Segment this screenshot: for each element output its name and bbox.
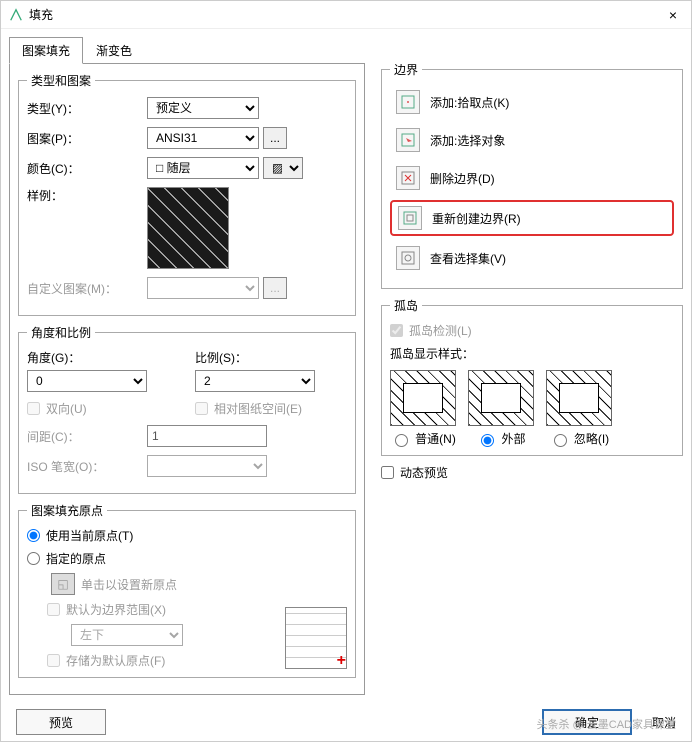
pattern-label: 图案(P)： bbox=[27, 130, 147, 147]
use-current-radio[interactable] bbox=[27, 529, 40, 542]
island-ignore-label: 忽略(I) bbox=[574, 430, 609, 447]
remove-label: 删除边界(D) bbox=[430, 170, 495, 187]
specify-label: 指定的原点 bbox=[46, 550, 106, 567]
tab-bar: 图案填充 渐变色 bbox=[9, 37, 365, 64]
type-select[interactable]: 预定义 bbox=[147, 97, 259, 119]
color-secondary-select[interactable]: ▨ bbox=[263, 157, 303, 179]
island-group: 孤岛 孤岛检测(L) 孤岛显示样式： 普通(N) 外部 忽略(I) bbox=[381, 297, 683, 456]
select-object-icon bbox=[396, 128, 420, 152]
angle-select[interactable]: 0 bbox=[27, 370, 147, 392]
close-button[interactable]: × bbox=[663, 7, 683, 23]
relative-label: 相对图纸空间(E) bbox=[214, 400, 302, 417]
island-normal-radio[interactable] bbox=[395, 434, 408, 447]
angle-scale-legend: 角度和比例 bbox=[27, 324, 95, 341]
recreate-label: 重新创建边界(R) bbox=[432, 210, 521, 227]
view-label: 查看选择集(V) bbox=[430, 250, 506, 267]
app-icon bbox=[9, 8, 23, 22]
iso-select bbox=[147, 455, 267, 477]
remove-boundary-button[interactable]: 删除边界(D) bbox=[390, 162, 674, 194]
pick-origin-icon: ◱ bbox=[51, 573, 75, 595]
add-select-button[interactable]: 添加:选择对象 bbox=[390, 124, 674, 156]
titlebar: 填充 × bbox=[1, 1, 691, 29]
click-set-label: 单击以设置新原点 bbox=[81, 576, 177, 593]
boundary-group: 边界 添加:拾取点(K) 添加:选择对象 删除边界(D) 重新创建边界(R) 查… bbox=[381, 61, 683, 289]
island-normal-label: 普通(N) bbox=[415, 430, 456, 447]
add-pick-button[interactable]: 添加:拾取点(K) bbox=[390, 86, 674, 118]
custom-pattern-label: 自定义图案(M)： bbox=[27, 280, 147, 297]
origin-group: 图案填充原点 使用当前原点(T) 指定的原点 ◱ 单击以设置新原点 默认为边界范围… bbox=[18, 502, 356, 678]
island-ignore-radio[interactable] bbox=[554, 434, 567, 447]
custom-pattern-browse: ... bbox=[263, 277, 287, 299]
use-current-label: 使用当前原点(T) bbox=[46, 527, 133, 544]
type-label: 类型(Y)： bbox=[27, 100, 147, 117]
island-style-label: 孤岛显示样式： bbox=[390, 345, 674, 362]
sample-swatch[interactable] bbox=[147, 187, 229, 269]
position-select: 左下 bbox=[71, 624, 183, 646]
view-icon bbox=[396, 246, 420, 270]
scale-select[interactable]: 2 bbox=[195, 370, 315, 392]
dynamic-preview-checkbox[interactable] bbox=[381, 466, 394, 479]
island-detect-label: 孤岛检测(L) bbox=[409, 322, 472, 339]
pattern-browse-button[interactable]: ... bbox=[263, 127, 287, 149]
double-label: 双向(U) bbox=[46, 400, 87, 417]
relative-checkbox bbox=[195, 402, 208, 415]
angle-scale-group: 角度和比例 角度(G)： 0 双向(U) 比例(S)： 2 相对图纸空间(E) … bbox=[18, 324, 356, 494]
island-normal-img[interactable] bbox=[390, 370, 456, 426]
color-label: 颜色(C)： bbox=[27, 160, 147, 177]
island-outer-label: 外部 bbox=[501, 430, 525, 447]
remove-icon bbox=[396, 166, 420, 190]
view-selection-button[interactable]: 查看选择集(V) bbox=[390, 242, 674, 274]
island-legend: 孤岛 bbox=[390, 297, 422, 314]
custom-pattern-select bbox=[147, 277, 259, 299]
color-select[interactable]: □ 随层 bbox=[147, 157, 259, 179]
pick-point-icon bbox=[396, 90, 420, 114]
add-select-label: 添加:选择对象 bbox=[430, 132, 505, 149]
spacing-input bbox=[147, 425, 267, 447]
sample-label: 样例： bbox=[27, 187, 147, 204]
dynamic-preview-label: 动态预览 bbox=[400, 464, 448, 481]
window-title: 填充 bbox=[29, 6, 663, 23]
origin-preview bbox=[285, 607, 347, 669]
store-default-checkbox bbox=[47, 654, 60, 667]
origin-legend: 图案填充原点 bbox=[27, 502, 107, 519]
tab-gradient[interactable]: 渐变色 bbox=[83, 37, 145, 64]
tab-hatch[interactable]: 图案填充 bbox=[9, 37, 83, 64]
pattern-select[interactable]: ANSI31 bbox=[147, 127, 259, 149]
double-checkbox bbox=[27, 402, 40, 415]
spacing-label: 间距(C)： bbox=[27, 428, 147, 445]
iso-label: ISO 笔宽(O)： bbox=[27, 458, 147, 475]
angle-label: 角度(G)： bbox=[27, 349, 179, 366]
specify-radio[interactable] bbox=[27, 552, 40, 565]
island-detect-checkbox bbox=[390, 324, 403, 337]
left-panel: 类型和图案 类型(Y)： 预定义 图案(P)： ANSI31 ... 颜色(C)… bbox=[9, 63, 365, 695]
type-pattern-group: 类型和图案 类型(Y)： 预定义 图案(P)： ANSI31 ... 颜色(C)… bbox=[18, 72, 356, 316]
recreate-boundary-button[interactable]: 重新创建边界(R) bbox=[390, 200, 674, 236]
add-pick-label: 添加:拾取点(K) bbox=[430, 94, 509, 111]
island-ignore-img[interactable] bbox=[546, 370, 612, 426]
island-outer-radio[interactable] bbox=[481, 434, 494, 447]
recreate-icon bbox=[398, 206, 422, 230]
watermark: 头条杀 @ 云墨CAD家具课堂 bbox=[536, 716, 676, 732]
scale-label: 比例(S)： bbox=[195, 349, 347, 366]
preview-button[interactable]: 预览 bbox=[16, 709, 106, 735]
boundary-legend: 边界 bbox=[390, 61, 422, 78]
default-boundary-label: 默认为边界范围(X) bbox=[66, 601, 166, 618]
store-default-label: 存储为默认原点(F) bbox=[66, 652, 165, 669]
default-boundary-checkbox bbox=[47, 603, 60, 616]
type-pattern-legend: 类型和图案 bbox=[27, 72, 95, 89]
island-outer-img[interactable] bbox=[468, 370, 534, 426]
